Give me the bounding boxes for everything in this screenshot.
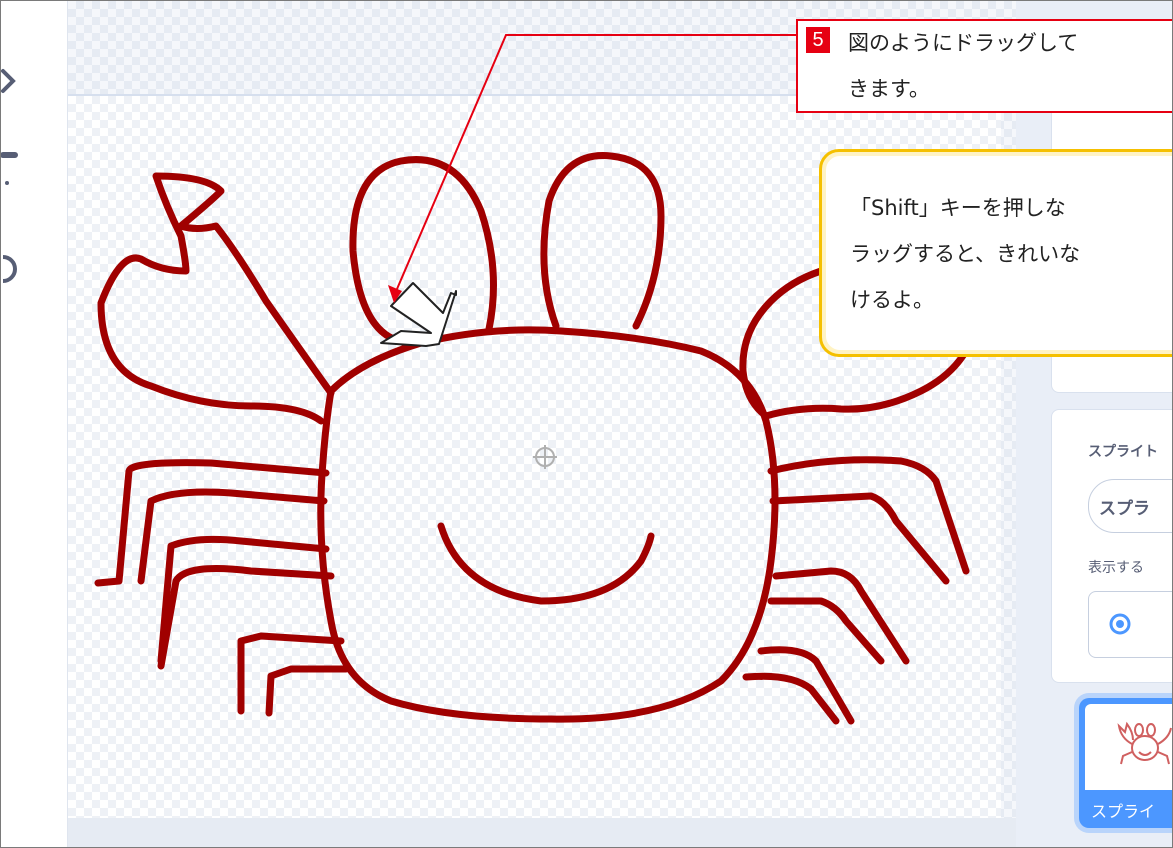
crab-eye-right (540, 152, 665, 330)
callout-leader-line (393, 34, 796, 297)
tip-line3: けるよ。 (850, 288, 934, 312)
crab-body (317, 326, 779, 723)
tip-line2: ラッグすると、きれいな (850, 242, 1081, 266)
step-text-line1: 図のようにドラッグして (848, 31, 1079, 55)
tip-line1: 「Shift」キーを押しな (850, 196, 1066, 220)
crab-claw-left (97, 172, 335, 425)
step-number: 5 (806, 27, 830, 53)
crab-leg-right-6 (742, 672, 840, 725)
step-text-line2: きます。 (848, 77, 930, 101)
crab-leg-left-1 (94, 459, 330, 587)
crab-leg-left-5 (237, 632, 345, 715)
crab-smile (437, 522, 655, 605)
crab-leg-left-6 (265, 665, 350, 717)
crab-leg-right-2 (769, 492, 950, 585)
crab-drawing (94, 34, 970, 725)
rotation-center-icon[interactable] (533, 445, 557, 469)
tip-callout: 「Shift」キーを押しな ラッグすると、きれいな けるよ。 (819, 149, 1172, 357)
app-frame: スプライト スプラ 表示する スプライ 5 図のようにドラッグして きます。 「… (0, 0, 1173, 848)
tip-inner: 「Shift」キーを押しな ラッグすると、きれいな けるよ。 (826, 156, 1172, 350)
step-callout: 5 図のようにドラッグして きます。 (796, 19, 1172, 113)
crab-leg-right-1 (767, 456, 970, 575)
crab-leg-left-4 (157, 565, 335, 670)
